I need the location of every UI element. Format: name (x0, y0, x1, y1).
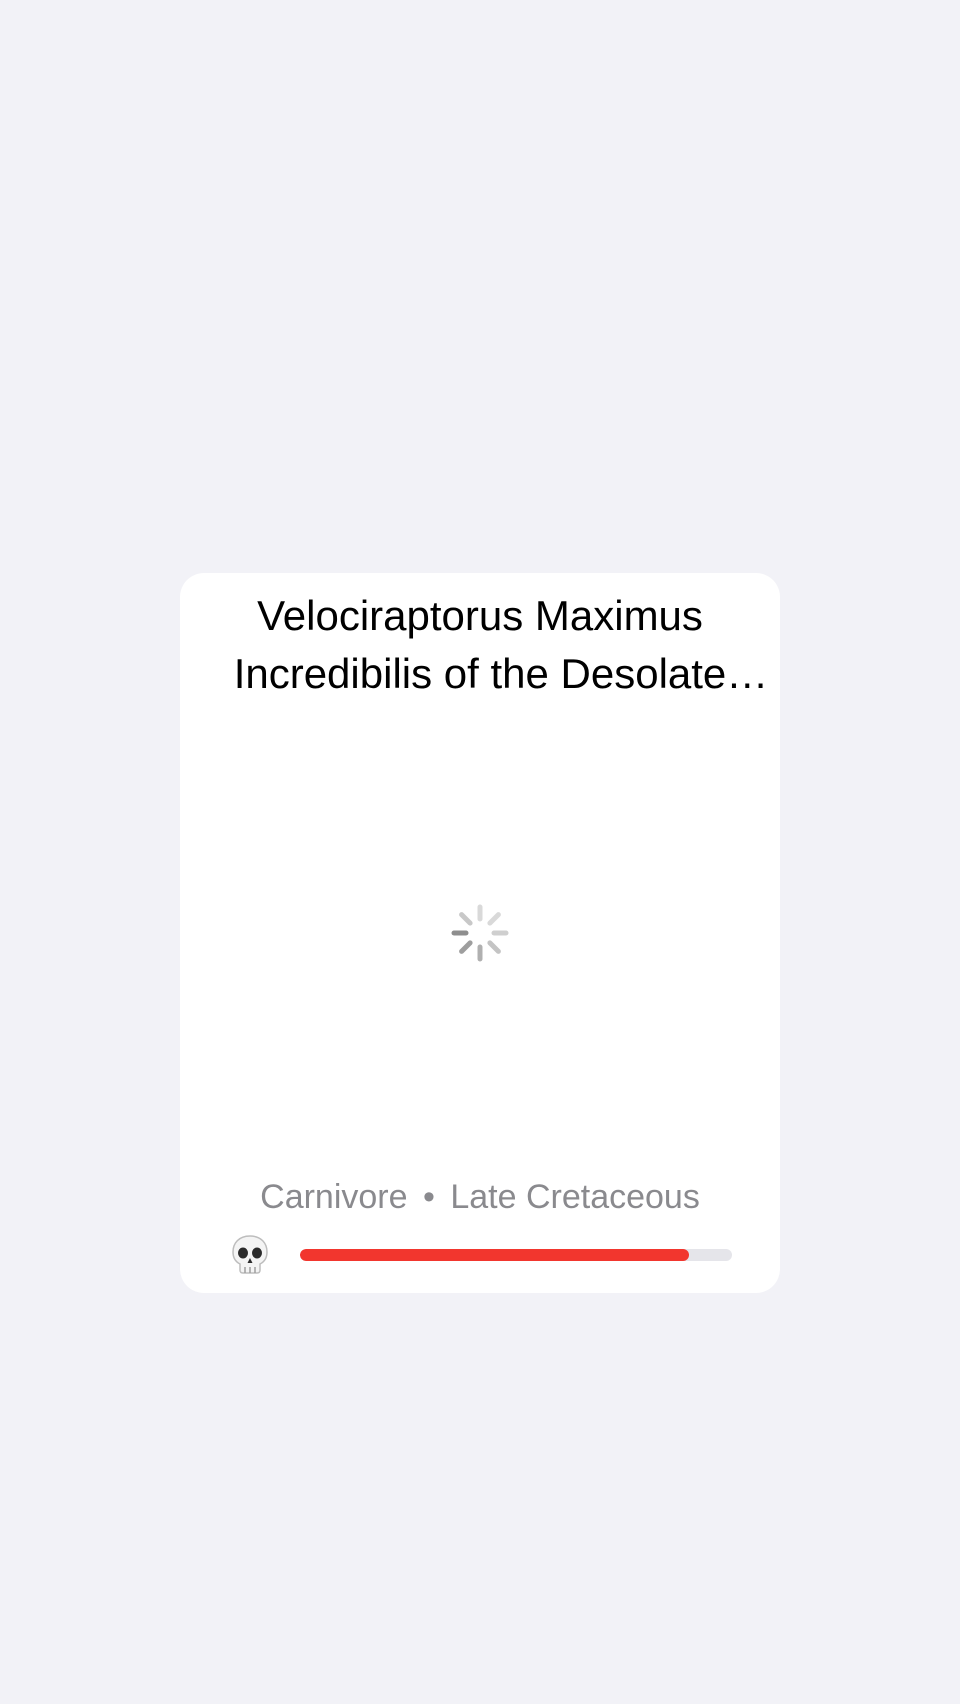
spinner-spoke (459, 912, 473, 926)
activity-spinner-icon (451, 904, 509, 962)
skull-icon (232, 1235, 268, 1274)
health-row (230, 1233, 732, 1277)
diet-label: Carnivore (260, 1178, 408, 1216)
spinner-spoke (459, 940, 473, 954)
card-title: Velociraptorus Maximus Incredibilis of t… (233, 592, 727, 697)
card-subtitle: Carnivore • Late Cretaceous (180, 1175, 780, 1219)
period-label: Late Cretaceous (450, 1178, 700, 1216)
dinosaur-card[interactable]: Velociraptorus Maximus Incredibilis of t… (180, 573, 780, 1293)
spinner-spoke (487, 940, 501, 954)
screen: Velociraptorus Maximus Incredibilis of t… (0, 0, 960, 1704)
separator-dot: • (422, 1178, 435, 1216)
health-bar-track (300, 1249, 732, 1261)
spinner-spoke (487, 912, 501, 926)
health-bar-fill (300, 1249, 689, 1261)
